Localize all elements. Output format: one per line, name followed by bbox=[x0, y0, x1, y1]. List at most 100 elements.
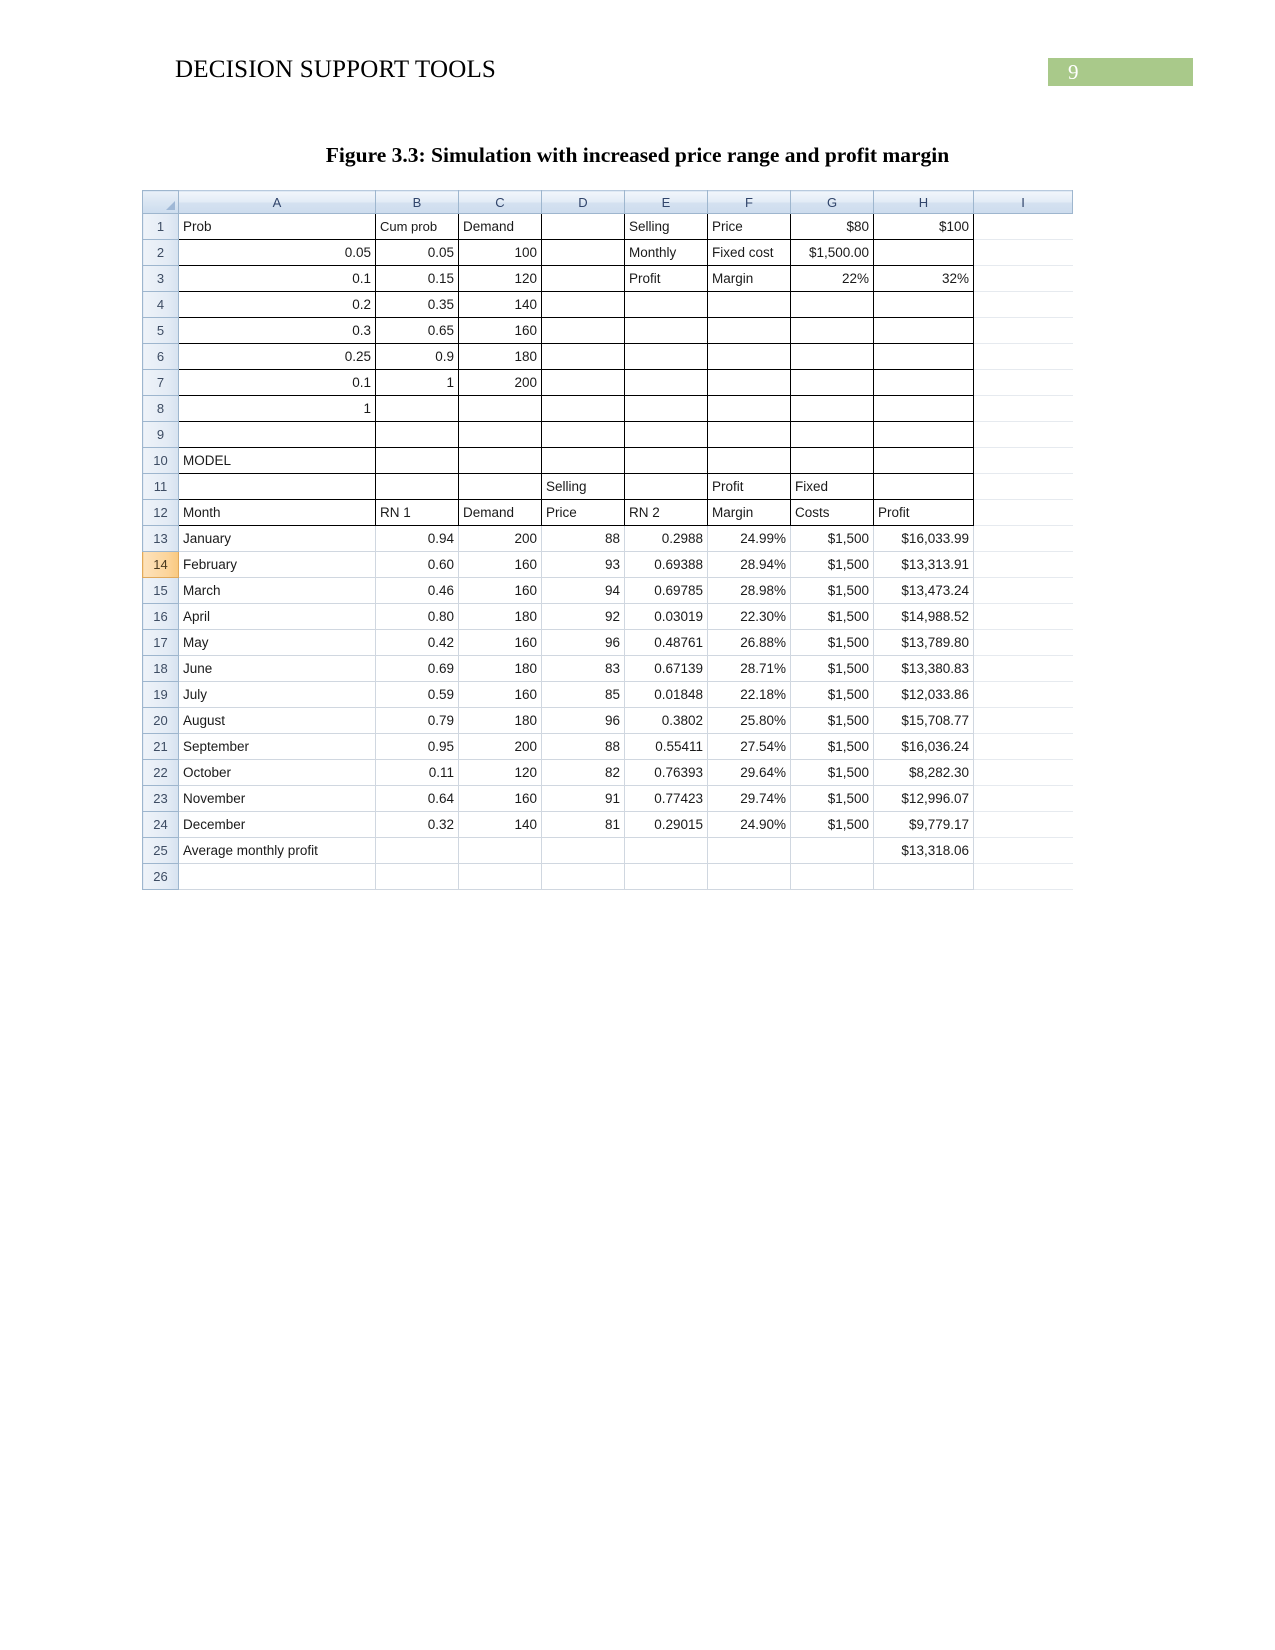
cell-a17[interactable]: May bbox=[178, 629, 376, 656]
cell-g3[interactable]: 22% bbox=[790, 265, 874, 292]
cell-g17[interactable]: $1,500 bbox=[790, 629, 874, 656]
cell-g16[interactable]: $1,500 bbox=[790, 603, 874, 630]
cell-h24[interactable]: $9,779.17 bbox=[873, 811, 974, 838]
row-header-12[interactable]: 12 bbox=[142, 499, 179, 526]
cell-g11[interactable]: Fixed bbox=[790, 473, 874, 500]
cell-f10[interactable] bbox=[707, 447, 791, 474]
cell-h13[interactable]: $16,033.99 bbox=[873, 525, 974, 552]
cell-a12[interactable]: Month bbox=[178, 499, 376, 526]
cell-i24[interactable] bbox=[973, 811, 1073, 838]
cell-a6[interactable]: 0.25 bbox=[178, 343, 376, 370]
cell-i2[interactable] bbox=[973, 239, 1073, 266]
cell-e22[interactable]: 0.76393 bbox=[624, 759, 708, 786]
cell-c13[interactable]: 200 bbox=[458, 525, 542, 552]
cell-h4[interactable] bbox=[873, 291, 974, 318]
cell-d21[interactable]: 88 bbox=[541, 733, 625, 760]
cell-c6[interactable]: 180 bbox=[458, 343, 542, 370]
cell-f11[interactable]: Profit bbox=[707, 473, 791, 500]
cell-b19[interactable]: 0.59 bbox=[375, 681, 459, 708]
row-header-13[interactable]: 13 bbox=[142, 525, 179, 552]
cell-e25[interactable] bbox=[624, 837, 708, 864]
row-header-16[interactable]: 16 bbox=[142, 603, 179, 630]
row-header-11[interactable]: 11 bbox=[142, 473, 179, 500]
cell-d12[interactable]: Price bbox=[541, 499, 625, 526]
cell-c12[interactable]: Demand bbox=[458, 499, 542, 526]
cell-e21[interactable]: 0.55411 bbox=[624, 733, 708, 760]
cell-c3[interactable]: 120 bbox=[458, 265, 542, 292]
cell-i22[interactable] bbox=[973, 759, 1073, 786]
cell-d13[interactable]: 88 bbox=[541, 525, 625, 552]
cell-a21[interactable]: September bbox=[178, 733, 376, 760]
cell-g8[interactable] bbox=[790, 395, 874, 422]
cell-b2[interactable]: 0.05 bbox=[375, 239, 459, 266]
cell-a4[interactable]: 0.2 bbox=[178, 291, 376, 318]
cell-f5[interactable] bbox=[707, 317, 791, 344]
cell-i7[interactable] bbox=[973, 369, 1073, 396]
cell-i1[interactable] bbox=[973, 213, 1073, 240]
row-header-21[interactable]: 21 bbox=[142, 733, 179, 760]
cell-b3[interactable]: 0.15 bbox=[375, 265, 459, 292]
cell-i3[interactable] bbox=[973, 265, 1073, 292]
cell-f22[interactable]: 29.64% bbox=[707, 759, 791, 786]
cell-c11[interactable] bbox=[458, 473, 542, 500]
column-header-a[interactable]: A bbox=[178, 190, 376, 214]
cell-d7[interactable] bbox=[541, 369, 625, 396]
cell-e23[interactable]: 0.77423 bbox=[624, 785, 708, 812]
cell-f3[interactable]: Margin bbox=[707, 265, 791, 292]
row-header-10[interactable]: 10 bbox=[142, 447, 179, 474]
cell-d17[interactable]: 96 bbox=[541, 629, 625, 656]
cell-h23[interactable]: $12,996.07 bbox=[873, 785, 974, 812]
cell-e13[interactable]: 0.2988 bbox=[624, 525, 708, 552]
cell-c17[interactable]: 160 bbox=[458, 629, 542, 656]
column-header-d[interactable]: D bbox=[541, 190, 625, 214]
cell-g12[interactable]: Costs bbox=[790, 499, 874, 526]
cell-g1[interactable]: $80 bbox=[790, 213, 874, 240]
cell-i21[interactable] bbox=[973, 733, 1073, 760]
cell-b20[interactable]: 0.79 bbox=[375, 707, 459, 734]
cell-f6[interactable] bbox=[707, 343, 791, 370]
cell-c8[interactable] bbox=[458, 395, 542, 422]
cell-c18[interactable]: 180 bbox=[458, 655, 542, 682]
cell-b13[interactable]: 0.94 bbox=[375, 525, 459, 552]
cell-a10[interactable]: MODEL bbox=[178, 447, 376, 474]
cell-h21[interactable]: $16,036.24 bbox=[873, 733, 974, 760]
cell-b7[interactable]: 1 bbox=[375, 369, 459, 396]
cell-b1[interactable]: Cum prob bbox=[375, 213, 459, 240]
cell-b16[interactable]: 0.80 bbox=[375, 603, 459, 630]
cell-e10[interactable] bbox=[624, 447, 708, 474]
cell-b18[interactable]: 0.69 bbox=[375, 655, 459, 682]
cell-f21[interactable]: 27.54% bbox=[707, 733, 791, 760]
row-header-25[interactable]: 25 bbox=[142, 837, 179, 864]
cell-d18[interactable]: 83 bbox=[541, 655, 625, 682]
cell-h12[interactable]: Profit bbox=[873, 499, 974, 526]
cell-f16[interactable]: 22.30% bbox=[707, 603, 791, 630]
cell-g20[interactable]: $1,500 bbox=[790, 707, 874, 734]
cell-i19[interactable] bbox=[973, 681, 1073, 708]
cell-g5[interactable] bbox=[790, 317, 874, 344]
cell-d10[interactable] bbox=[541, 447, 625, 474]
cell-h7[interactable] bbox=[873, 369, 974, 396]
cell-d8[interactable] bbox=[541, 395, 625, 422]
row-header-15[interactable]: 15 bbox=[142, 577, 179, 604]
cell-a11[interactable] bbox=[178, 473, 376, 500]
cell-h5[interactable] bbox=[873, 317, 974, 344]
cell-f25[interactable] bbox=[707, 837, 791, 864]
cell-e12[interactable]: RN 2 bbox=[624, 499, 708, 526]
cell-e8[interactable] bbox=[624, 395, 708, 422]
cell-a20[interactable]: August bbox=[178, 707, 376, 734]
column-header-h[interactable]: H bbox=[873, 190, 974, 214]
cell-h14[interactable]: $13,313.91 bbox=[873, 551, 974, 578]
column-header-g[interactable]: G bbox=[790, 190, 874, 214]
row-header-1[interactable]: 1 bbox=[142, 213, 179, 240]
cell-b4[interactable]: 0.35 bbox=[375, 291, 459, 318]
cell-i8[interactable] bbox=[973, 395, 1073, 422]
cell-g9[interactable] bbox=[790, 421, 874, 448]
row-header-20[interactable]: 20 bbox=[142, 707, 179, 734]
cell-a14[interactable]: February bbox=[178, 551, 376, 578]
cell-d23[interactable]: 91 bbox=[541, 785, 625, 812]
cell-c2[interactable]: 100 bbox=[458, 239, 542, 266]
cell-e14[interactable]: 0.69388 bbox=[624, 551, 708, 578]
cell-h15[interactable]: $13,473.24 bbox=[873, 577, 974, 604]
cell-f8[interactable] bbox=[707, 395, 791, 422]
cell-c1[interactable]: Demand bbox=[458, 213, 542, 240]
